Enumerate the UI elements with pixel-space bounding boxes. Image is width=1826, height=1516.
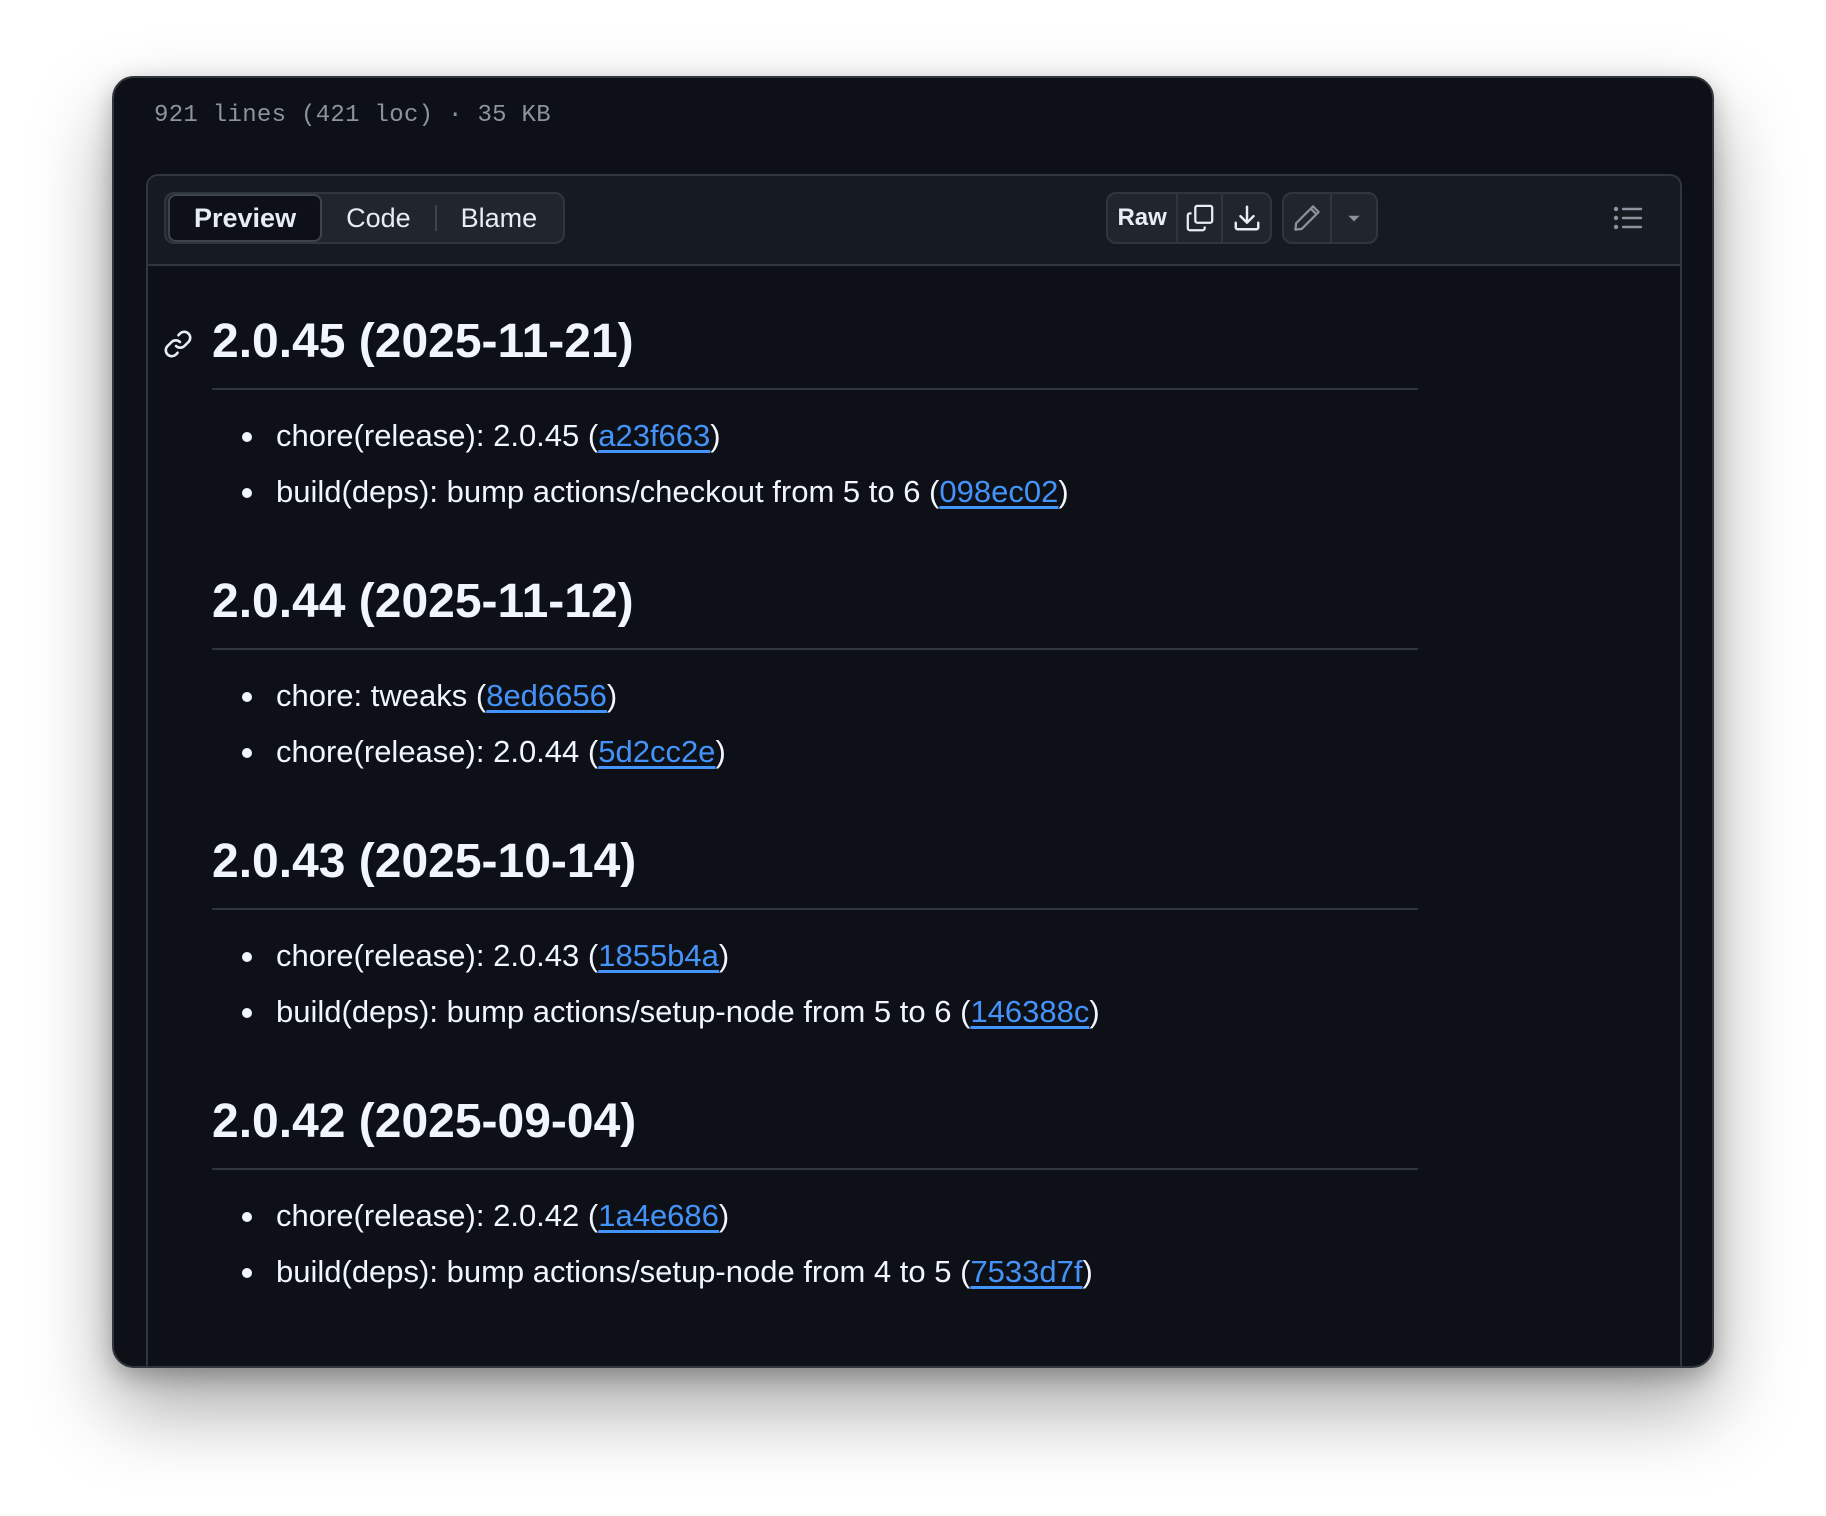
list-item: chore: tweaks (8ed6656)	[242, 668, 726, 724]
tab-code[interactable]: Code	[322, 194, 435, 242]
raw-button[interactable]: Raw	[1108, 194, 1176, 242]
raw-copy-download-group: Raw	[1106, 192, 1272, 244]
download-raw-button[interactable]	[1221, 194, 1270, 242]
list-unordered-icon	[1613, 206, 1643, 230]
release-section: 2.0.43 (2025-10-14) chore(release): 2.0.…	[212, 828, 1418, 1029]
commit-link[interactable]: 1855b4a	[598, 938, 719, 973]
triangle-down-icon	[1348, 215, 1360, 222]
list-item: chore(release): 2.0.45 (a23f663)	[242, 408, 1069, 464]
release-section: 2.0.44 (2025-11-12) chore: tweaks (8ed66…	[212, 568, 1418, 769]
link-icon[interactable]	[162, 328, 194, 365]
release-section: 2.0.45 (2025-11-21) chore(release): 2.0.…	[164, 308, 1418, 509]
file-viewer-window: 921 lines (421 loc) · 35 KB Preview Code…	[112, 76, 1714, 1368]
file-panel: Preview Code Blame Raw 2.0.45 (2025-11-2…	[146, 174, 1682, 1366]
commit-link[interactable]: 1a4e686	[598, 1198, 719, 1233]
commit-link[interactable]: 146388c	[970, 994, 1089, 1029]
list-item: chore(release): 2.0.44 (5d2cc2e)	[242, 724, 726, 780]
copy-icon	[1186, 204, 1214, 232]
release-items: chore: tweaks (8ed6656) chore(release): …	[242, 668, 726, 780]
tab-blame[interactable]: Blame	[437, 194, 562, 242]
list-item: build(deps): bump actions/setup-node fro…	[242, 984, 1100, 1040]
list-item: chore(release): 2.0.43 (1855b4a)	[242, 928, 1100, 984]
copy-raw-button[interactable]	[1176, 194, 1221, 242]
release-heading: 2.0.44 (2025-11-12)	[212, 568, 1418, 650]
release-section: 2.0.42 (2025-09-04) chore(release): 2.0.…	[212, 1088, 1418, 1289]
download-icon	[1234, 205, 1260, 231]
release-heading: 2.0.45 (2025-11-21)	[212, 308, 1418, 390]
view-mode-segmented-control: Preview Code Blame	[164, 192, 566, 244]
commit-link[interactable]: a23f663	[598, 418, 710, 453]
outline-button[interactable]	[1602, 192, 1654, 244]
edit-group	[1282, 192, 1378, 244]
file-toolbar: Preview Code Blame Raw	[148, 176, 1680, 266]
release-items: chore(release): 2.0.43 (1855b4a) build(d…	[242, 928, 1100, 1040]
commit-link[interactable]: 098ec02	[939, 474, 1058, 509]
more-edit-options-button[interactable]	[1329, 194, 1376, 242]
pencil-icon	[1294, 205, 1320, 231]
release-heading: 2.0.42 (2025-09-04)	[212, 1088, 1418, 1170]
list-item: build(deps): bump actions/checkout from …	[242, 464, 1069, 520]
tab-preview[interactable]: Preview	[168, 194, 323, 242]
commit-link[interactable]: 5d2cc2e	[598, 734, 715, 769]
release-heading: 2.0.43 (2025-10-14)	[212, 828, 1418, 910]
release-items: chore(release): 2.0.42 (1a4e686) build(d…	[242, 1188, 1093, 1300]
file-meta: 921 lines (421 loc) · 35 KB	[154, 102, 551, 129]
list-item: build(deps): bump actions/setup-node fro…	[242, 1244, 1093, 1300]
release-items: chore(release): 2.0.45 (a23f663) build(d…	[242, 408, 1069, 520]
edit-file-button[interactable]	[1284, 194, 1330, 242]
commit-link[interactable]: 7533d7f	[970, 1254, 1082, 1289]
list-item: chore(release): 2.0.42 (1a4e686)	[242, 1188, 1093, 1244]
markdown-preview: 2.0.45 (2025-11-21) chore(release): 2.0.…	[148, 266, 1680, 1366]
commit-link[interactable]: 8ed6656	[486, 678, 607, 713]
